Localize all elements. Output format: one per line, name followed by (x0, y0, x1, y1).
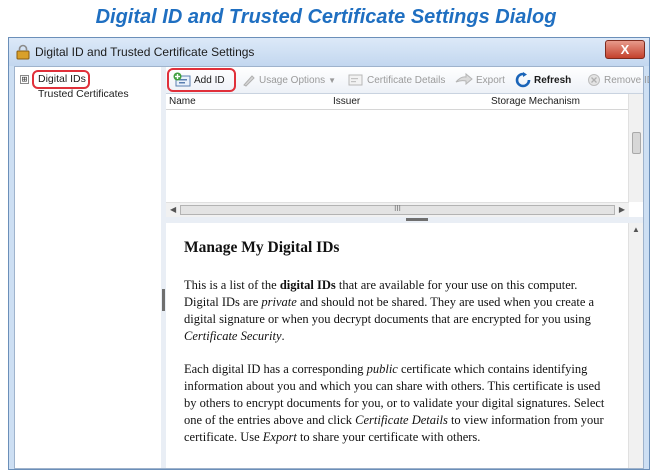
export-label: Export (476, 74, 505, 86)
usage-options-button[interactable]: Usage Options ▼ (242, 71, 336, 89)
certificate-details-label: Certificate Details (367, 74, 446, 86)
toolbar: Add ID Usage Options ▼ Certificate Detai… (166, 67, 649, 94)
window-title: Digital ID and Trusted Certificate Setti… (35, 45, 255, 59)
refresh-button[interactable]: Refresh (515, 71, 571, 89)
dialog-client-area: ⊞ Digital IDs Trusted Certificates Add I… (14, 66, 649, 469)
remove-id-label: Remove ID (604, 74, 650, 86)
scroll-up-icon[interactable]: ▲ (632, 225, 640, 234)
export-button[interactable]: Export (455, 71, 505, 89)
add-id-icon (173, 72, 191, 87)
scroll-grip: III (394, 204, 401, 213)
title-bar[interactable]: Digital ID and Trusted Certificate Setti… (9, 38, 649, 66)
right-pane: Add ID Usage Options ▼ Certificate Detai… (166, 67, 649, 468)
help-heading: Manage My Digital IDs (184, 239, 340, 256)
figure-caption: Digital ID and Trusted Certificate Setti… (95, 6, 557, 28)
tree-item-digital-ids[interactable]: Digital IDs (38, 73, 86, 85)
column-storage-mechanism[interactable]: Storage Mechanism (491, 96, 580, 107)
tree-item-trusted-certificates[interactable]: Trusted Certificates (38, 88, 129, 100)
splitter-grip[interactable] (162, 289, 165, 311)
certificate-details-button[interactable]: Certificate Details (348, 71, 445, 89)
add-id-label: Add ID (194, 74, 225, 86)
column-name[interactable]: Name (169, 96, 196, 107)
help-vertical-scrollbar[interactable]: ▲ (628, 223, 643, 468)
certificate-icon (348, 74, 363, 86)
column-issuer[interactable]: Issuer (333, 96, 360, 107)
close-button[interactable]: X (605, 40, 645, 59)
help-paragraph-1: This is a list of the digital IDs that a… (184, 278, 595, 343)
pen-icon (243, 75, 255, 87)
list-horizontal-scrollbar[interactable]: ◀ III ▶ (166, 202, 629, 217)
expand-icon[interactable]: ⊞ (20, 75, 29, 85)
category-tree: ⊞ Digital IDs Trusted Certificates (15, 67, 162, 468)
remove-icon (588, 74, 600, 86)
settings-dialog: Digital ID and Trusted Certificate Setti… (8, 37, 650, 470)
chevron-down-icon: ▼ (328, 75, 337, 85)
horizontal-splitter-grip[interactable] (406, 218, 428, 221)
usage-options-label: Usage Options (259, 74, 326, 86)
remove-id-button[interactable]: Remove ID (587, 71, 650, 89)
scroll-right-icon[interactable]: ▶ (619, 205, 625, 214)
export-arrow-icon (455, 73, 473, 86)
add-id-button[interactable]: Add ID (173, 71, 225, 89)
help-panel: Manage My Digital IDs This is a list of … (166, 223, 629, 468)
list-header: Name Issuer Storage Mechanism (166, 94, 629, 110)
digital-id-list[interactable]: Name Issuer Storage Mechanism ◀ III ▶ (166, 94, 643, 217)
help-paragraph-2: Each digital ID has a corresponding publ… (184, 362, 605, 444)
refresh-icon (515, 72, 531, 88)
list-vertical-scrollbar[interactable] (628, 94, 643, 202)
list-horizontal-scroll-thumb[interactable]: III (180, 204, 615, 215)
scroll-left-icon[interactable]: ◀ (170, 205, 176, 214)
list-vertical-scroll-thumb[interactable] (632, 132, 641, 154)
lock-icon (16, 44, 30, 60)
refresh-label: Refresh (534, 74, 572, 86)
